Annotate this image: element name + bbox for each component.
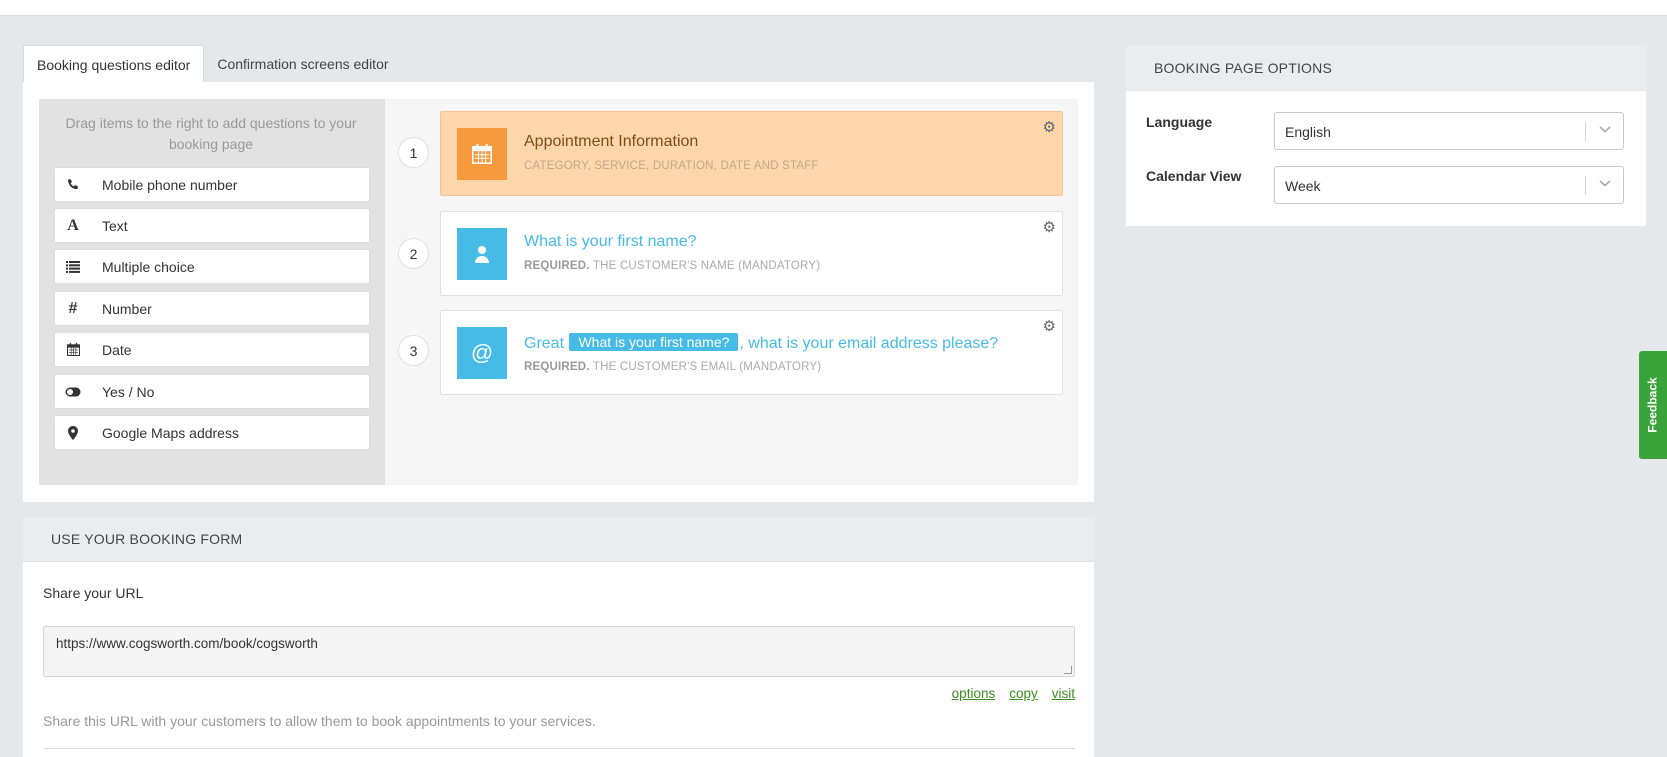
palette-item-mobile-phone[interactable]: Mobile phone number	[54, 167, 370, 202]
question-number: 2	[398, 238, 429, 269]
calendar-icon	[55, 333, 91, 366]
at-icon: @	[457, 327, 507, 379]
tab-confirmation-screens-editor[interactable]: Confirmation screens editor	[204, 45, 401, 83]
palette-item-label: Number	[102, 300, 152, 317]
question-subtitle-text: CATEGORY, SERVICE, DURATION, DATE AND ST…	[524, 160, 819, 172]
question-palette: Drag items to the right to add questions…	[39, 99, 385, 485]
question-title: Appointment Information	[524, 133, 699, 150]
feedback-label: Feedback	[1646, 377, 1661, 433]
options-link[interactable]: options	[952, 686, 996, 701]
question-title-after: , what is your email address please?	[739, 335, 999, 352]
palette-item-label: Mobile phone number	[102, 176, 238, 193]
tab-booking-questions-editor[interactable]: Booking questions editor	[23, 45, 205, 83]
calendar-view-label: Calendar View	[1146, 168, 1242, 184]
question-number: 1	[398, 137, 429, 168]
toggle-icon	[55, 375, 91, 408]
palette-item-label: Yes / No	[102, 383, 155, 400]
palette-item-text[interactable]: A Text	[54, 208, 370, 243]
list-icon	[55, 250, 91, 283]
hash-icon: #	[68, 299, 78, 317]
user-icon	[457, 228, 507, 280]
question-title: Great What is your first name?, what is …	[524, 333, 998, 353]
palette-item-label: Multiple choice	[102, 258, 195, 275]
gear-icon[interactable]: ⚙	[1043, 317, 1056, 335]
required-label: REQUIRED.	[524, 260, 590, 272]
question-card-first-name[interactable]: What is your first name? REQUIRED. THE C…	[440, 211, 1063, 296]
calendar-view-select[interactable]: Week	[1274, 166, 1624, 204]
palette-item-google-maps-address[interactable]: Google Maps address	[54, 415, 370, 450]
copy-link[interactable]: copy	[1009, 686, 1038, 701]
feedback-tab[interactable]: Feedback	[1639, 351, 1667, 459]
question-canvas: 1 Appointment Information CATEGORY, SERV…	[385, 99, 1078, 485]
palette-item-yes-no[interactable]: Yes / No	[54, 374, 370, 409]
booking-url-field[interactable]: https://www.cogsworth.com/book/cogsworth	[43, 626, 1075, 677]
language-select-value: English	[1285, 124, 1331, 140]
visit-link[interactable]: visit	[1052, 686, 1075, 701]
share-url-label: Share your URL	[43, 585, 144, 601]
booking-questions-editor-panel: Drag items to the right to add questions…	[23, 82, 1094, 502]
palette-item-multiple-choice[interactable]: Multiple choice	[54, 249, 370, 284]
calendar-icon	[457, 128, 507, 180]
editor-tabs: Booking questions editor Confirmation sc…	[23, 45, 402, 83]
select-separator	[1585, 176, 1586, 195]
language-label: Language	[1146, 114, 1213, 130]
palette-item-label: Date	[102, 341, 132, 358]
phone-icon	[55, 168, 91, 201]
palette-hint: Drag items to the right to add questions…	[65, 115, 357, 152]
palette-item-number[interactable]: # Number	[54, 291, 370, 326]
question-title-before: Great	[524, 335, 565, 352]
top-bar	[0, 0, 1667, 16]
required-label: REQUIRED.	[524, 361, 590, 373]
gear-icon[interactable]: ⚙	[1043, 218, 1056, 236]
calendar-view-select-value: Week	[1285, 178, 1321, 194]
map-pin-icon	[55, 416, 91, 449]
question-subtitle: REQUIRED. THE CUSTOMER'S NAME (MANDATORY…	[524, 260, 820, 272]
palette-item-date[interactable]: Date	[54, 332, 370, 367]
language-select[interactable]: English	[1274, 112, 1624, 150]
question-subtitle: CATEGORY, SERVICE, DURATION, DATE AND ST…	[524, 160, 819, 172]
use-booking-form-panel: USE YOUR BOOKING FORM Share your URL htt…	[23, 517, 1094, 757]
share-url-help: Share this URL with your customers to al…	[43, 713, 596, 729]
panel-heading: USE YOUR BOOKING FORM	[23, 517, 1094, 562]
palette-item-label: Google Maps address	[102, 424, 239, 441]
resize-grip-icon[interactable]	[1064, 666, 1072, 674]
text-icon: A	[67, 216, 79, 234]
gear-icon[interactable]: ⚙	[1043, 118, 1056, 136]
select-separator	[1585, 122, 1586, 141]
question-title: What is your first name?	[524, 233, 697, 250]
booking-page-options-panel: BOOKING PAGE OPTIONS Language English Ca…	[1126, 45, 1646, 226]
palette-item-label: Text	[102, 217, 128, 234]
url-actions: options copy visit	[952, 686, 1075, 701]
question-number: 3	[398, 335, 429, 366]
question-subtitle-text: THE CUSTOMER'S NAME (MANDATORY)	[592, 260, 821, 272]
booking-url-text: https://www.cogsworth.com/book/cogsworth	[56, 636, 318, 651]
question-card-appointment-information[interactable]: Appointment Information CATEGORY, SERVIC…	[440, 111, 1063, 196]
chevron-down-icon	[1599, 180, 1611, 187]
question-subtitle: REQUIRED. THE CUSTOMER'S EMAIL (MANDATOR…	[524, 361, 821, 373]
answer-reference-pill[interactable]: What is your first name?	[569, 333, 739, 351]
divider	[43, 748, 1075, 749]
panel-heading: BOOKING PAGE OPTIONS	[1126, 45, 1646, 91]
question-subtitle-text: THE CUSTOMER'S EMAIL (MANDATORY)	[592, 361, 822, 373]
chevron-down-icon	[1599, 126, 1611, 133]
question-card-email[interactable]: @ Great What is your first name?, what i…	[440, 310, 1063, 395]
